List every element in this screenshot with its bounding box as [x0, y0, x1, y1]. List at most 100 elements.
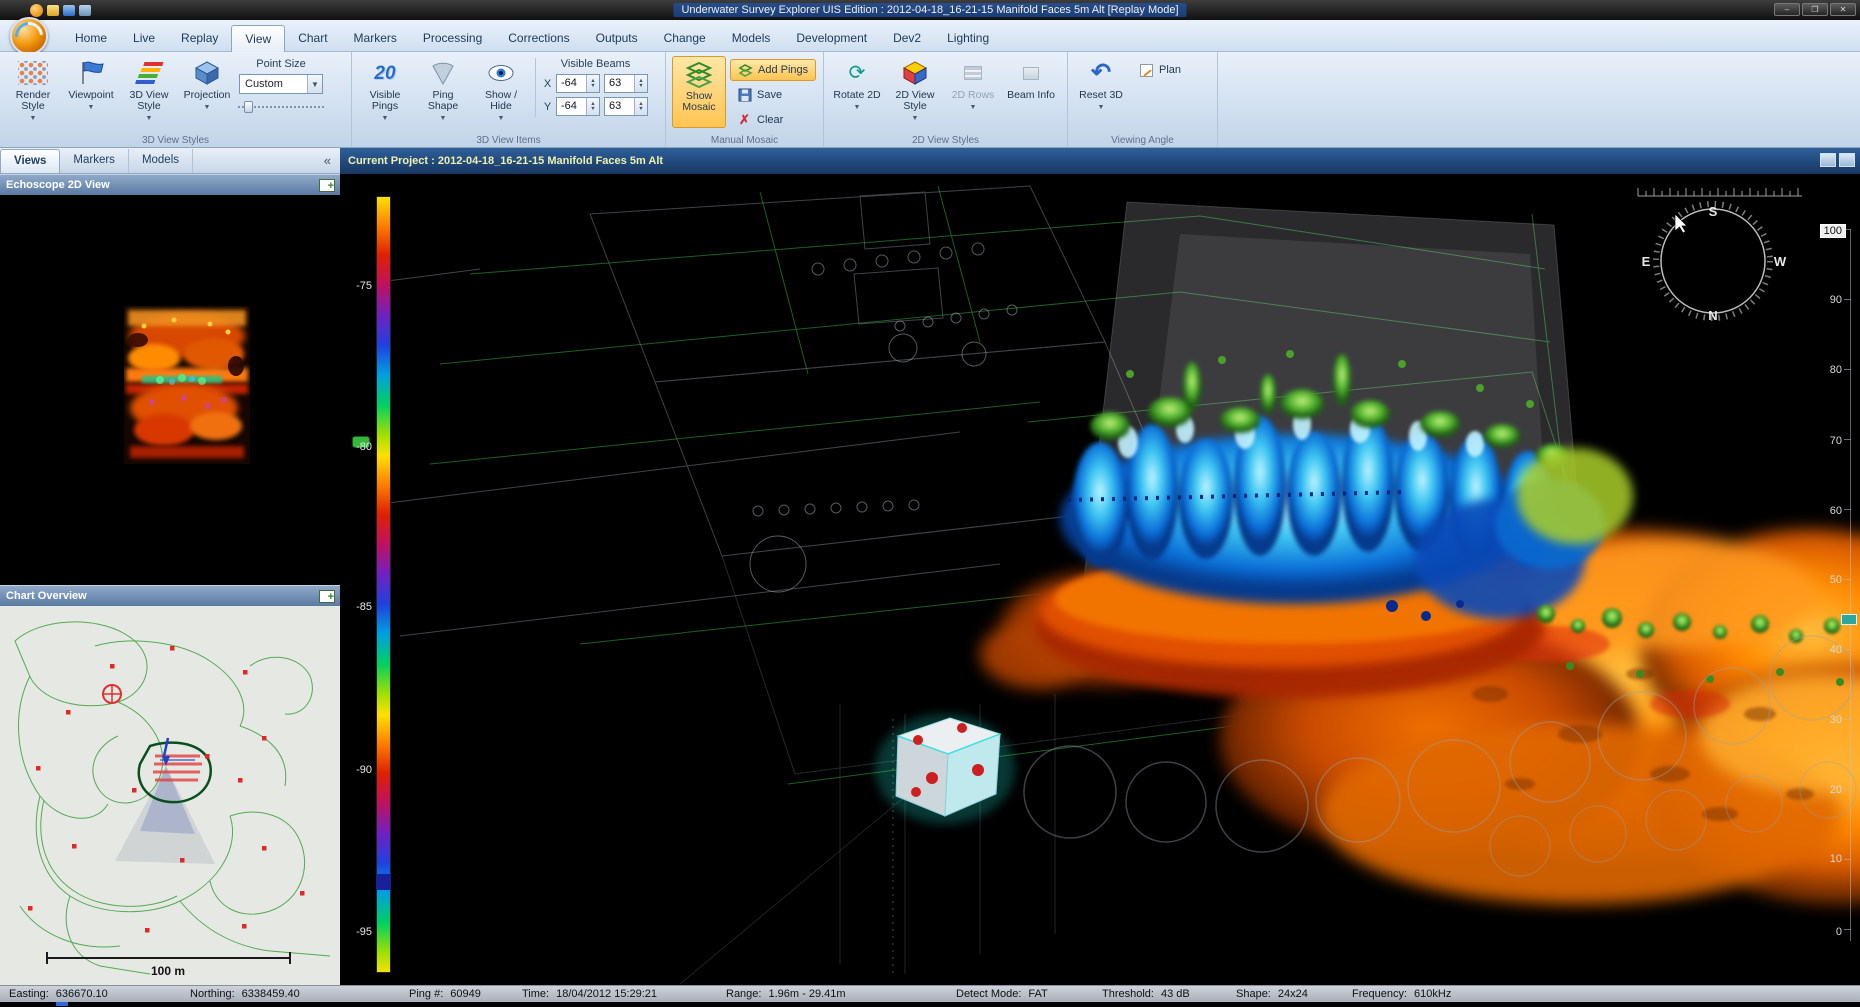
ruler-teal-marker[interactable]	[1841, 614, 1857, 625]
status-threshold: Threshold:43 dB	[1102, 986, 1190, 1002]
3d-view-style-button[interactable]: 3D View Style ▼	[122, 56, 176, 128]
quick-access-icon-3[interactable]	[79, 5, 91, 16]
show-mosaic-button[interactable]: Show Mosaic	[672, 56, 726, 128]
beam-x-max-spinner[interactable]: ▲▼	[634, 75, 647, 92]
status-northing: Northing:6338459.40	[190, 986, 300, 1002]
tab-markers[interactable]: Markers	[341, 25, 410, 52]
app-icon[interactable]	[30, 4, 43, 17]
application-window: Underwater Survey Explorer UIS Edition :…	[0, 0, 1860, 1007]
tab-replay[interactable]: Replay	[168, 25, 231, 52]
save-button[interactable]: Save	[730, 84, 816, 106]
3d-view-style-label: 3D View Style	[122, 90, 176, 112]
beam-y-max-spinner[interactable]: ▲▼	[634, 98, 647, 115]
echoscope-2d-view[interactable]	[0, 195, 340, 585]
tab-live[interactable]: Live	[120, 25, 168, 52]
main-viewport: Current Project : 2012-04-18_16-21-15 Ma…	[340, 148, 1860, 985]
projection-label: Projection	[184, 90, 231, 101]
add-pings-label: Add Pings	[758, 64, 808, 76]
undo-arrow-icon: ↶	[1085, 59, 1117, 87]
status-bar: Easting:636670.10 Northing:6338459.40 Pi…	[0, 985, 1860, 1002]
beam-y-max-value: 63	[605, 98, 634, 115]
compass-n-label: N	[1708, 308, 1717, 323]
add-pings-button[interactable]: Add Pings	[730, 59, 816, 81]
show-hide-button[interactable]: Show / Hide ▼	[474, 56, 528, 128]
tab-change[interactable]: Change	[651, 25, 719, 52]
chevron-down-icon: ▼	[307, 75, 322, 93]
viewpoint-button[interactable]: Viewpoint ▼	[64, 56, 118, 128]
sonar-3d-canvas[interactable]: S N E W -75 -80 -	[340, 174, 1860, 985]
tab-models[interactable]: Models	[719, 25, 784, 52]
tab-view[interactable]: View	[231, 25, 285, 52]
status-time: Time:18/04/2012 15:29:21	[522, 986, 657, 1002]
beam-x-min-input[interactable]: -64 ▲▼	[556, 74, 600, 93]
beam-x-max-input[interactable]: 63 ▲▼	[604, 74, 648, 93]
2d-view-style-button[interactable]: 2D View Style ▼	[888, 56, 942, 128]
sidebar-tab-views[interactable]: Views	[0, 149, 60, 173]
ribbon-tabs: Home Live Replay View Chart Markers Proc…	[62, 25, 1002, 52]
status-shape: Shape:24x24	[1236, 986, 1308, 1002]
quick-access-icon-1[interactable]	[47, 5, 59, 16]
tab-outputs[interactable]: Outputs	[583, 25, 651, 52]
viewport-float-icon[interactable]	[1820, 153, 1836, 167]
maximize-button[interactable]: ❐	[1802, 3, 1828, 16]
beam-y-max-input[interactable]: 63 ▲▼	[604, 97, 648, 116]
beam-info-icon	[1023, 67, 1039, 80]
ruler-label: 60	[1830, 505, 1842, 517]
tab-development[interactable]: Development	[783, 25, 880, 52]
plan-label: Plan	[1159, 64, 1181, 76]
save-icon	[737, 88, 752, 102]
collapse-sidebar-button[interactable]: «	[315, 149, 340, 173]
tab-processing[interactable]: Processing	[410, 25, 495, 52]
tab-lighting[interactable]: Lighting	[934, 25, 1002, 52]
sidebar-tab-models[interactable]: Models	[129, 149, 193, 173]
add-pings-icon	[738, 63, 753, 77]
ribbon: Render Style ▼ Viewpoint ▼ 3D View Style	[0, 52, 1860, 148]
render-style-button[interactable]: Render Style ▼	[6, 56, 60, 128]
tab-home[interactable]: Home	[62, 25, 120, 52]
depth-label: -75	[342, 280, 372, 292]
chart-detach-icon[interactable]	[319, 590, 335, 603]
ping-shape-button[interactable]: Ping Shape ▼	[416, 56, 470, 128]
clear-button[interactable]: ✗ Clear	[730, 109, 816, 131]
show-mosaic-label: Show Mosaic	[673, 91, 725, 113]
close-button[interactable]: ✕	[1830, 3, 1856, 16]
beam-y-min-value: -64	[557, 98, 586, 115]
top-scale-ruler	[1638, 188, 1802, 196]
ribbon-group-viewing-angle: ↶ Reset 3D ▼ Plan Viewing Angle	[1068, 52, 1218, 147]
ruler-label: 40	[1830, 644, 1842, 656]
ribbon-group-3d-view-items: 20 Visible Pings ▼ Ping Shape ▼ Show / H…	[352, 52, 666, 147]
visible-pings-label: Visible Pings	[358, 90, 412, 112]
quick-access-icon-2[interactable]	[63, 5, 75, 16]
chart-overview-map[interactable]: 100 m	[0, 606, 340, 985]
beam-y-min-spinner[interactable]: ▲▼	[586, 98, 599, 115]
projection-button[interactable]: Projection ▼	[180, 56, 234, 128]
tab-corrections[interactable]: Corrections	[495, 25, 582, 52]
bottom-edge-strip	[0, 1002, 1860, 1007]
survey-marker-circle	[103, 685, 121, 703]
sidebar-tab-markers[interactable]: Markers	[60, 149, 129, 173]
reset-3d-button[interactable]: ↶ Reset 3D ▼	[1074, 56, 1128, 128]
point-size-select[interactable]: Custom ▼	[239, 74, 323, 94]
chevron-down-icon: ▼	[970, 102, 977, 113]
beam-y-row: Y -64 ▲▼ 63 ▲▼	[543, 97, 648, 116]
compass-rose[interactable]: S N E W	[1642, 204, 1787, 323]
tab-chart[interactable]: Chart	[285, 25, 340, 52]
point-size-slider[interactable]	[238, 100, 324, 114]
rotate-2d-button[interactable]: ⟳ Rotate 2D ▼	[830, 56, 884, 128]
plan-button[interactable]: Plan	[1132, 59, 1188, 81]
beam-x-min-spinner[interactable]: ▲▼	[586, 75, 599, 92]
ruler-label: 50	[1830, 574, 1842, 586]
visible-beams-label: Visible Beams	[561, 58, 631, 70]
minimize-button[interactable]: –	[1774, 3, 1800, 16]
2d-rows-button[interactable]: 2D Rows ▼	[946, 56, 1000, 128]
application-orb-logo[interactable]	[10, 17, 48, 55]
depth-label: -90	[342, 764, 372, 776]
slider-handle[interactable]	[244, 101, 253, 113]
viewport-maximize-icon[interactable]	[1839, 153, 1855, 167]
beam-info-button[interactable]: Beam Info	[1004, 56, 1058, 128]
tab-dev2[interactable]: Dev2	[880, 25, 934, 52]
depth-label: -85	[342, 601, 372, 613]
echoscope-detach-icon[interactable]	[319, 179, 335, 192]
visible-pings-button[interactable]: 20 Visible Pings ▼	[358, 56, 412, 128]
beam-y-min-input[interactable]: -64 ▲▼	[556, 97, 600, 116]
